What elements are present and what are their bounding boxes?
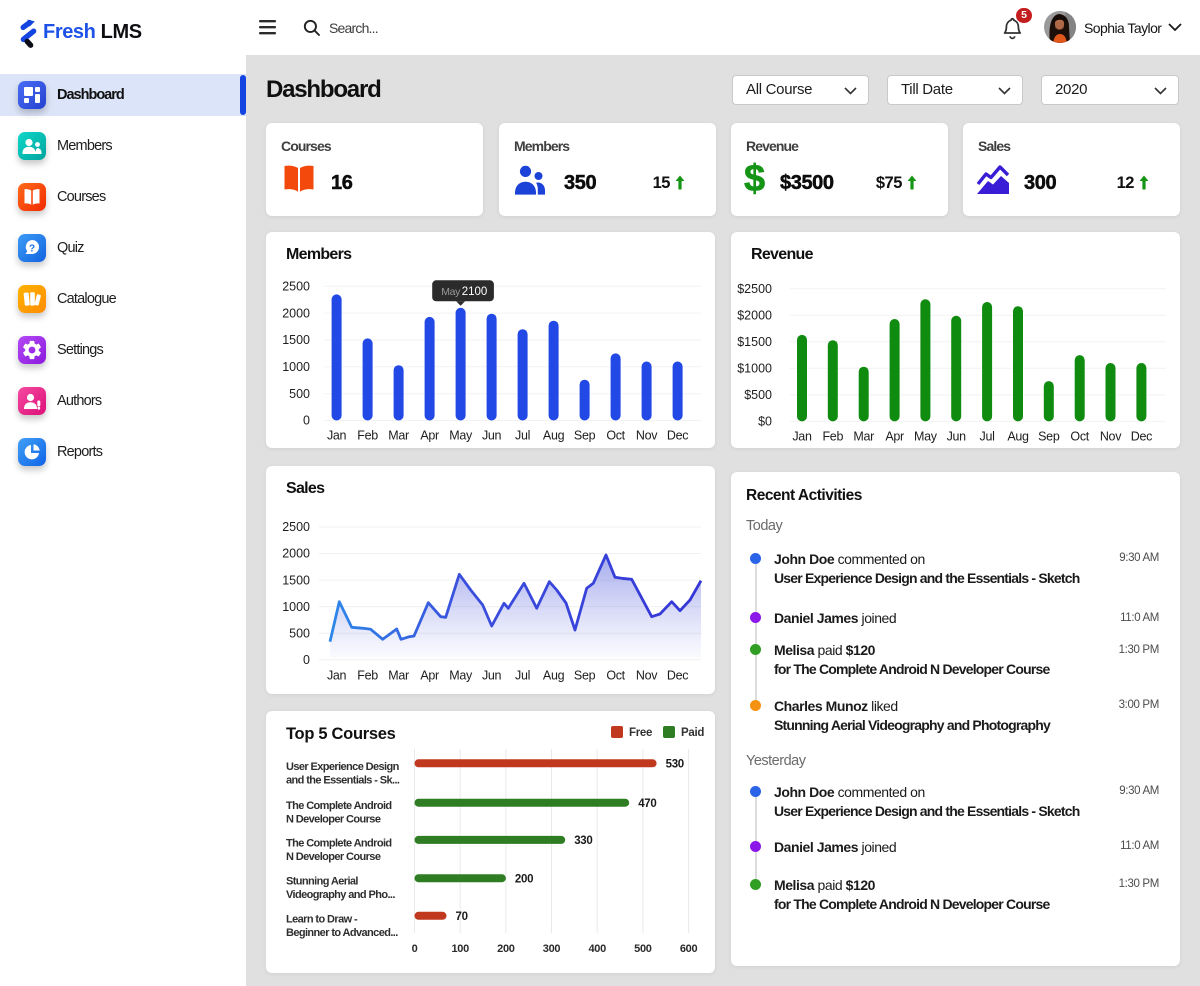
svg-text:Apr: Apr	[420, 429, 439, 443]
svg-text:0: 0	[412, 943, 418, 955]
svg-text:70: 70	[456, 911, 468, 923]
svg-text:$1500: $1500	[737, 335, 772, 349]
svg-text:Dec: Dec	[667, 429, 688, 443]
svg-text:1000: 1000	[282, 360, 310, 374]
svg-text:The Complete Android: The Complete Android	[286, 837, 392, 849]
svg-text:300: 300	[543, 943, 561, 955]
svg-text:Aug: Aug	[1007, 429, 1029, 443]
svg-text:$1000: $1000	[737, 362, 772, 376]
svg-text:470: 470	[638, 798, 656, 810]
svg-text:Jun: Jun	[482, 429, 502, 443]
svg-text:$2000: $2000	[737, 308, 772, 322]
svg-text:Oct: Oct	[606, 429, 625, 443]
svg-text:$0: $0	[758, 415, 772, 429]
svg-text:1500: 1500	[282, 573, 310, 587]
svg-text:Oct: Oct	[1070, 429, 1089, 443]
svg-text:Jun: Jun	[482, 669, 502, 683]
svg-text:1500: 1500	[282, 333, 310, 347]
svg-text:Feb: Feb	[357, 669, 378, 683]
svg-text:Feb: Feb	[357, 429, 378, 443]
svg-text:Dec: Dec	[1131, 429, 1152, 443]
svg-text:Apr: Apr	[420, 669, 439, 683]
svg-text:2500: 2500	[282, 280, 310, 294]
svg-text:Mar: Mar	[853, 429, 874, 443]
svg-text:and the Essentials - Sk...: and the Essentials - Sk...	[286, 774, 400, 786]
svg-text:1000: 1000	[282, 600, 310, 614]
svg-text:Free: Free	[629, 727, 652, 739]
svg-text:Nov: Nov	[636, 429, 658, 443]
svg-text:Mar: Mar	[388, 669, 409, 683]
svg-text:2000: 2000	[282, 306, 310, 320]
svg-text:Jul: Jul	[515, 669, 530, 683]
svg-text:600: 600	[680, 943, 698, 955]
svg-text:Apr: Apr	[885, 429, 904, 443]
svg-text:Stunning Aerial: Stunning Aerial	[286, 876, 358, 888]
svg-text:Feb: Feb	[822, 429, 843, 443]
svg-text:2100: 2100	[462, 286, 488, 298]
svg-text:Jun: Jun	[947, 429, 967, 443]
svg-text:The Complete Android: The Complete Android	[286, 800, 392, 812]
svg-text:Mar: Mar	[388, 429, 409, 443]
svg-text:$500: $500	[744, 388, 772, 402]
svg-text:Nov: Nov	[636, 669, 658, 683]
svg-text:Sep: Sep	[1038, 429, 1060, 443]
svg-text:Aug: Aug	[543, 429, 565, 443]
svg-text:Jul: Jul	[980, 429, 995, 443]
svg-text:0: 0	[303, 653, 310, 667]
svg-text:User Experience Design: User Experience Design	[286, 761, 400, 773]
svg-text:2500: 2500	[282, 520, 310, 534]
svg-text:?: ?	[29, 243, 35, 254]
svg-text:May: May	[441, 286, 461, 298]
svg-text:Beginner to Advanced...: Beginner to Advanced...	[286, 927, 398, 939]
svg-text:Sep: Sep	[574, 669, 596, 683]
svg-text:N Developer Course: N Developer Course	[286, 814, 381, 826]
svg-text:May: May	[914, 429, 938, 443]
svg-text:May: May	[449, 429, 473, 443]
svg-text:N Developer Course: N Developer Course	[286, 851, 381, 863]
svg-text:0: 0	[303, 414, 310, 428]
svg-text:Nov: Nov	[1100, 429, 1122, 443]
svg-text:Jan: Jan	[792, 429, 812, 443]
svg-text:May: May	[449, 669, 473, 683]
svg-text:500: 500	[289, 626, 310, 640]
svg-text:200: 200	[497, 943, 515, 955]
svg-text:Learn to Draw -: Learn to Draw -	[286, 913, 358, 925]
svg-text:Aug: Aug	[543, 669, 565, 683]
svg-text:Sep: Sep	[574, 429, 596, 443]
svg-text:2000: 2000	[282, 547, 310, 561]
svg-text:$2500: $2500	[737, 282, 772, 296]
svg-text:Oct: Oct	[606, 669, 625, 683]
svg-text:530: 530	[666, 759, 684, 771]
svg-text:500: 500	[289, 387, 310, 401]
svg-text:Dec: Dec	[667, 669, 688, 683]
svg-text:100: 100	[451, 943, 469, 955]
svg-text:Paid: Paid	[681, 727, 704, 739]
svg-text:330: 330	[574, 835, 592, 847]
svg-text:200: 200	[515, 874, 533, 886]
svg-text:Jan: Jan	[327, 669, 347, 683]
svg-text:Videography and Pho...: Videography and Pho...	[286, 889, 395, 901]
svg-text:500: 500	[634, 943, 652, 955]
svg-text:400: 400	[588, 943, 606, 955]
svg-text:Jan: Jan	[327, 429, 347, 443]
svg-text:Jul: Jul	[515, 429, 530, 443]
